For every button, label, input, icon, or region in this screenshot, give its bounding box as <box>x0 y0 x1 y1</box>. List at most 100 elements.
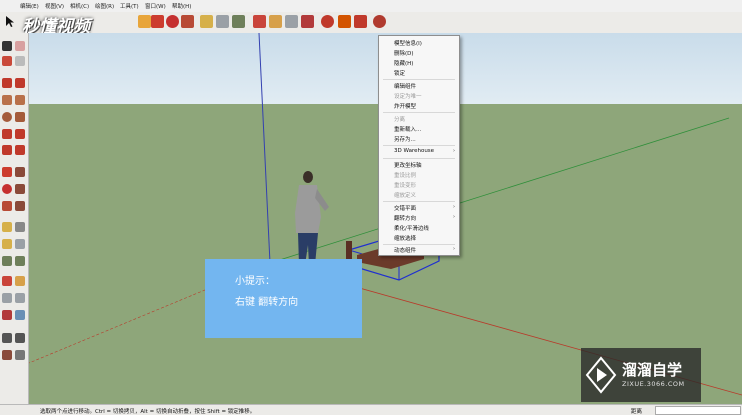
play-triangle-icon <box>585 356 617 394</box>
look-around-icon[interactable] <box>15 333 25 343</box>
menu-item-reset-scale: 重设比例 <box>394 173 417 179</box>
menu-help[interactable]: 帮助(H) <box>172 2 191 10</box>
menu-item-model-info[interactable]: 模型信息(I) <box>394 39 422 47</box>
arc-icon[interactable] <box>2 129 12 139</box>
menu-item-explode[interactable]: 炸开模型 <box>394 102 416 110</box>
submenu-arrow-icon: › <box>453 204 455 210</box>
menu-edit[interactable]: 编辑(E) <box>20 2 39 10</box>
zoom-window-icon[interactable] <box>15 293 25 303</box>
tip-box: 小提示： 右键 翻转方向 <box>205 259 362 338</box>
previous-view-icon[interactable] <box>15 310 25 320</box>
menu-draw[interactable]: 绘图(R) <box>95 2 114 10</box>
tip-body: 右键 翻转方向 <box>235 297 299 308</box>
axes-icon[interactable] <box>2 256 12 266</box>
position-camera-icon[interactable] <box>2 333 12 343</box>
three-point-arc-icon[interactable] <box>15 145 25 155</box>
menu-separator <box>383 112 455 113</box>
section-plane-icon[interactable] <box>15 256 25 266</box>
sandbox-icon[interactable] <box>15 350 25 360</box>
menu-item-intersect-faces[interactable]: 交错平面 <box>394 204 416 212</box>
menu-item-scale-definition: 缩放定义 <box>394 193 417 199</box>
move-arrows-icon[interactable] <box>151 15 164 28</box>
blue-axis-line <box>258 33 271 264</box>
menu-camera[interactable]: 相机(C) <box>70 2 89 10</box>
menu-view[interactable]: 视图(V) <box>45 2 64 10</box>
menu-item-dynamic-components[interactable]: 动态组件 <box>394 246 416 254</box>
menu-item-edit-component[interactable]: 编辑组件 <box>394 82 416 90</box>
axes-tool-icon[interactable] <box>232 15 245 28</box>
menu-window[interactable]: 窗口(W) <box>145 2 166 10</box>
follow-me-icon[interactable] <box>15 184 25 194</box>
menu-item-reload[interactable]: 重新载入... <box>394 125 421 133</box>
scale-icon[interactable] <box>2 201 12 211</box>
menu-item-3d-warehouse[interactable]: 3D Warehouse <box>394 148 434 154</box>
pan-icon[interactable] <box>15 276 25 286</box>
menu-item-delete[interactable]: 删除(D) <box>394 49 414 57</box>
status-bar: 选取两个点进行移动。Ctrl = 切换拷贝，Alt = 切换自动折叠，按住 Sh… <box>0 404 742 415</box>
select-icon[interactable] <box>2 41 12 51</box>
zoom-extents-icon[interactable] <box>301 15 314 28</box>
push-pull-icon[interactable] <box>15 167 25 177</box>
share-model-icon[interactable] <box>354 15 367 28</box>
context-menu: 模型信息(I) 删除(D) 隐藏(H) 锁定 编辑组件 设定为唯一 炸开模型 分… <box>378 35 460 256</box>
walk-icon[interactable] <box>2 350 12 360</box>
rotate-icon[interactable] <box>2 184 12 194</box>
menu-tools[interactable]: 工具(T) <box>120 2 139 10</box>
menu-item-save-as[interactable]: 另存为... <box>394 135 416 143</box>
submenu-arrow-icon: › <box>453 148 455 154</box>
submenu-arrow-icon: › <box>453 246 455 252</box>
watermark: 溜溜自学 ZIXUE.3066.COM <box>581 348 701 402</box>
menu-item-soften-edges[interactable]: 柔化/平滑边线 <box>394 224 429 232</box>
menu-item-unglue: 分离 <box>394 117 406 123</box>
menu-item-zoom-selection[interactable]: 缩放选择 <box>394 234 416 242</box>
eraser-icon[interactable] <box>15 41 25 51</box>
move-tool-icon[interactable] <box>138 15 151 28</box>
tip-title: 小提示： <box>235 276 275 287</box>
move-icon[interactable] <box>2 167 12 177</box>
orbit-tool-icon[interactable] <box>253 15 266 28</box>
submenu-arrow-icon: › <box>453 214 455 220</box>
rotate-tool-icon[interactable] <box>166 15 179 28</box>
tape-icon[interactable] <box>2 222 12 232</box>
human-figure <box>295 171 329 265</box>
menu-separator <box>383 201 455 202</box>
zoom-extents-side-icon[interactable] <box>2 310 12 320</box>
dimension-icon[interactable] <box>15 222 25 232</box>
zoom-tool-icon[interactable] <box>285 15 298 28</box>
pan-tool-icon[interactable] <box>269 15 282 28</box>
text-tool-icon[interactable] <box>216 15 229 28</box>
menu-item-hide[interactable]: 隐藏(H) <box>394 59 413 67</box>
offset-icon[interactable] <box>15 201 25 211</box>
make-component-icon[interactable] <box>15 56 25 66</box>
green-axis-line <box>269 117 730 264</box>
freehand-icon[interactable] <box>15 78 25 88</box>
scale-tool-icon[interactable] <box>181 15 194 28</box>
circle-icon[interactable] <box>2 112 12 122</box>
component-icon[interactable] <box>338 15 351 28</box>
two-point-arc-icon[interactable] <box>2 145 12 155</box>
menu-separator <box>383 244 455 245</box>
warehouse-icon[interactable] <box>321 15 334 28</box>
menu-item-flip-along[interactable]: 翻转方向 <box>394 214 416 222</box>
menu-item-lock[interactable]: 锁定 <box>394 69 405 77</box>
orbit-icon[interactable] <box>2 276 12 286</box>
menu-item-change-axes[interactable]: 更改坐标轴 <box>394 161 422 169</box>
line-icon[interactable] <box>2 78 12 88</box>
zoom-icon[interactable] <box>2 293 12 303</box>
menu-separator <box>383 145 455 146</box>
rectangle-icon[interactable] <box>2 95 12 105</box>
paint-bucket-icon[interactable] <box>2 56 12 66</box>
protractor-icon[interactable] <box>2 239 12 249</box>
tape-measure-icon[interactable] <box>200 15 213 28</box>
watermark-url: ZIXUE.3066.COM <box>622 380 685 388</box>
text-icon[interactable] <box>15 239 25 249</box>
select-tool-icon[interactable] <box>3 15 16 28</box>
rotated-rectangle-icon[interactable] <box>15 95 25 105</box>
main-toolbar <box>0 12 742 34</box>
polygon-icon[interactable] <box>15 112 25 122</box>
pie-icon[interactable] <box>15 129 25 139</box>
menu-item-reset-skew: 重设变形 <box>394 183 417 189</box>
menu-separator <box>383 79 455 80</box>
extension-icon[interactable] <box>373 15 386 28</box>
large-tool-set <box>0 33 29 404</box>
